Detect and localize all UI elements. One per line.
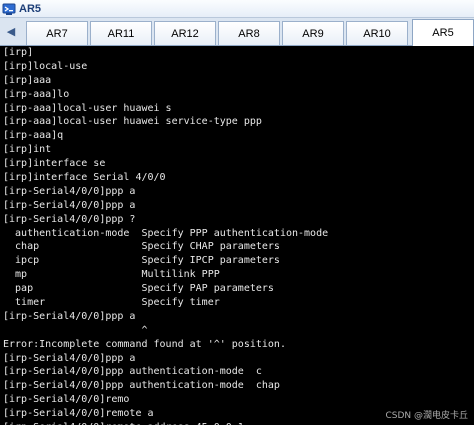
terminal-line: authentication-mode Specify PPP authenti… <box>3 227 329 239</box>
terminal-line: [irp-aaa]q <box>3 130 64 142</box>
tab-label: AR5 <box>432 27 454 39</box>
terminal-line: [irp-aaa]lo <box>3 88 70 100</box>
watermark: CSDN @濶电皮卡丘 <box>385 411 468 421</box>
tab-ar7[interactable]: AR7 <box>26 21 88 45</box>
tab-ar8[interactable]: AR8 <box>218 21 280 45</box>
terminal-line: [irp]interface Serial 4/0/0 <box>3 172 166 184</box>
tab-label: AR7 <box>46 27 68 40</box>
tab-ar10[interactable]: AR10 <box>346 21 408 45</box>
terminal-line: [irp-Serial4/0/0]ppp authentication-mode… <box>3 366 262 378</box>
terminal-line: [irp-aaa]local-user huawei service-type … <box>3 116 262 128</box>
scroll-left-button[interactable]: ◀ <box>0 18 22 45</box>
terminal-line: chap Specify CHAP parameters <box>3 241 280 253</box>
terminal-line: [irp]aaa <box>3 74 52 86</box>
tab-ar12[interactable]: AR12 <box>154 21 216 45</box>
terminal-line: [irp-Serial4/0/0]ppp a <box>3 199 136 211</box>
terminal-line: [irp]int <box>3 144 52 156</box>
chevron-left-icon: ◀ <box>6 25 16 38</box>
terminal-line: pap Specify PAP parameters <box>3 283 274 295</box>
terminal-line: [irp] <box>3 47 34 58</box>
terminal-line: [irp-Serial4/0/0]ppp a <box>3 185 136 197</box>
terminal-line: [irp-Serial4/0/0]remote address 45.0.0.1 <box>3 421 474 425</box>
terminal-line: [irp-Serial4/0/0]ppp authentication-mode… <box>3 380 280 392</box>
window-title: AR5 <box>19 2 42 15</box>
router-terminal-icon <box>1 1 17 17</box>
terminal-window: AR5 ◀ AR7 AR11 AR12 AR8 AR9 AR10 AR5 [ir… <box>0 0 474 425</box>
tab-label: AR9 <box>302 27 324 40</box>
tab-label: AR11 <box>107 27 135 40</box>
terminal-line: mp Multilink PPP <box>3 269 220 281</box>
terminal-line: [irp-Serial4/0/0]ppp a <box>3 310 136 322</box>
terminal-line: [irp]interface se <box>3 158 106 170</box>
tab-ar5[interactable]: AR5 <box>412 19 474 46</box>
terminal-line: [irp-Serial4/0/0]remo <box>3 394 130 406</box>
terminal-output[interactable]: [irp] [irp]local-use [irp]aaa [irp-aaa]lo [i… <box>0 46 474 425</box>
terminal-line: ^ <box>3 324 148 336</box>
terminal-line: [irp]local-use <box>3 60 88 72</box>
tab-ar9[interactable]: AR9 <box>282 21 344 45</box>
tab-ar11[interactable]: AR11 <box>90 21 152 45</box>
tab-label: AR12 <box>171 27 199 40</box>
terminal-line: timer Specify timer <box>3 297 220 309</box>
title-bar: AR5 <box>0 0 474 18</box>
device-tab-strip: ◀ AR7 AR11 AR12 AR8 AR9 AR10 AR5 <box>0 18 474 46</box>
terminal-line: Error:Incomplete command found at '^' po… <box>3 338 286 350</box>
tab-label: AR8 <box>238 27 260 40</box>
terminal-line: [irp-Serial4/0/0]ppp a <box>3 352 136 364</box>
terminal-line: [irp-aaa]local-user huawei s <box>3 102 172 114</box>
terminal-line: [irp-Serial4/0/0]ppp ? <box>3 213 136 225</box>
tab-label: AR10 <box>363 27 391 40</box>
terminal-line: ipcp Specify IPCP parameters <box>3 255 280 267</box>
